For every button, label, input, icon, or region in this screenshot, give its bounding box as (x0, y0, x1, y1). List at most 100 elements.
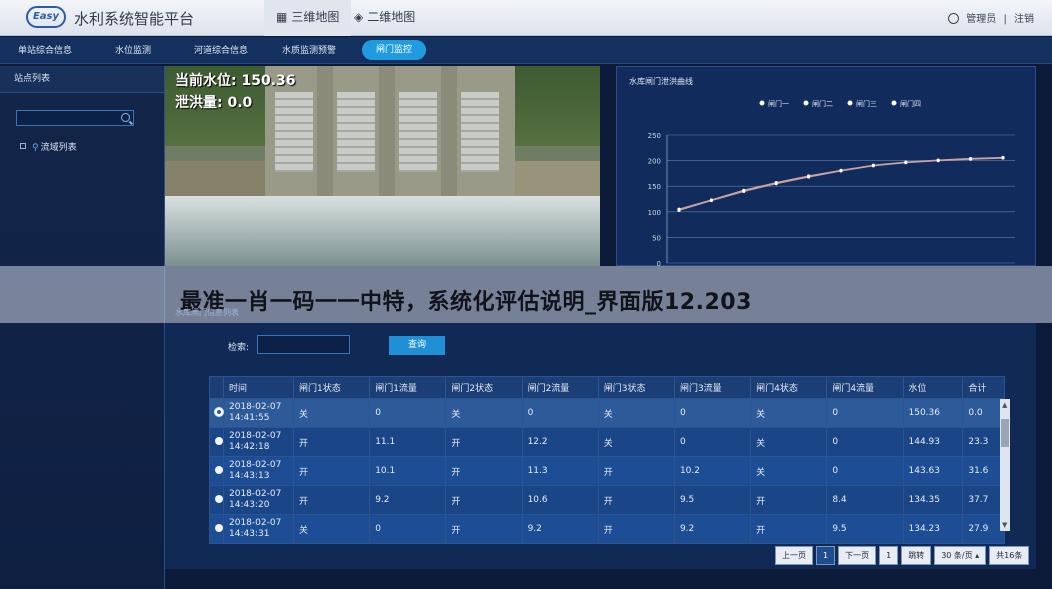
user-area: 管理员 | 注销 (944, 10, 1034, 25)
pagination: 上一页 1 下一页 1 跳转 30 条/页 ▴ 共16条 (775, 546, 1032, 565)
tree-node-basin[interactable]: ⚲ 流域列表 (20, 140, 77, 153)
table-cell: 9.2 (521, 514, 599, 544)
table-cell: 0 (673, 398, 752, 428)
table-cell: 10.6 (521, 485, 599, 515)
table-row[interactable]: 2018-02-07 14:43:13 开 10.1 开 11.3 开 10.2 关 0 143.… (209, 456, 1005, 486)
column-header[interactable]: 水位 (902, 376, 964, 399)
column-header[interactable]: 合计 (962, 376, 1005, 399)
expand-icon[interactable] (20, 143, 26, 149)
legend-label: 闸门二 (812, 99, 833, 108)
logout-link[interactable]: 注销 (1014, 14, 1034, 25)
query-button[interactable]: 查询 (389, 336, 445, 355)
separator: | (1003, 14, 1007, 25)
next-page-button[interactable]: 下一页 (838, 546, 877, 565)
data-point (969, 156, 973, 161)
table-row[interactable]: 2018-02-07 14:41:55 关 0 关 0 关 0 关 0 150.36 0.0 (209, 398, 1005, 428)
column-header[interactable]: 闸门2流量 (521, 376, 599, 399)
table-cell: 0 (521, 398, 599, 428)
table-cell: 0 (369, 398, 447, 428)
row-select-radio[interactable] (215, 523, 223, 532)
nav-water-level[interactable]: 水位监测 (115, 43, 151, 56)
nav-station-info[interactable]: 单站综合信息 (18, 43, 72, 56)
column-header[interactable]: 闸门1状态 (292, 376, 371, 399)
main-nav: 单站综合信息 水位监测 河道综合信息 水质监测预警 闸门监控 (0, 37, 1052, 64)
search-icon[interactable] (121, 113, 130, 122)
legend-marker (847, 100, 853, 106)
table-cell: 11.1 (369, 427, 447, 457)
layers-icon: ◈ (354, 10, 364, 24)
data-point (709, 198, 713, 202)
y-tick-label: 100 (648, 209, 661, 217)
column-header[interactable]: 闸门2状态 (445, 376, 523, 399)
table-cell: 0 (826, 427, 904, 457)
jump-button[interactable]: 跳转 (901, 546, 932, 565)
table-cell: 0 (826, 456, 904, 486)
tab-2d-map[interactable]: ◈ 二维地图 (342, 0, 427, 36)
table-cell: 关 (597, 398, 675, 428)
top-bar: Easy 水利系统智能平台 ▦ 三维地图 ◈ 二维地图 管理员 | 注销 (0, 0, 1052, 36)
y-tick-label: 200 (648, 158, 661, 166)
table-cell: 8.4 (826, 485, 904, 515)
table-row[interactable]: 2018-02-07 14:43:20 开 9.2 开 10.6 开 9.5 开 8.4 134.… (209, 485, 1005, 515)
nav-gate-monitor[interactable]: 闸门监控 (362, 40, 427, 60)
table-cell: 27.9 (962, 514, 1005, 544)
page-input[interactable]: 1 (879, 546, 899, 565)
row-select-radio[interactable] (215, 436, 223, 445)
user-icon (948, 13, 960, 24)
row-select-radio[interactable] (215, 465, 223, 474)
y-tick-label: 50 (652, 234, 661, 242)
table-cell: 关 (597, 427, 675, 457)
page-size-select[interactable]: 30 条/页 ▴ (934, 546, 987, 565)
table-cell: 134.35 (902, 485, 964, 515)
table-cell: 9.2 (369, 485, 447, 515)
column-header[interactable]: 时间 (223, 376, 294, 399)
scroll-down-icon[interactable]: ▼ (1002, 521, 1007, 529)
table-cell: 开 (597, 485, 675, 515)
map-icon: ▦ (276, 10, 288, 24)
row-select-radio[interactable] (215, 494, 223, 503)
data-point (936, 158, 940, 162)
nav-river-info[interactable]: 河道综合信息 (194, 43, 248, 56)
series-line (678, 157, 1004, 211)
table-cell: 134.23 (902, 514, 964, 544)
username[interactable]: 管理员 (966, 14, 996, 25)
table-cell: 143.63 (902, 456, 964, 486)
table-cell: 开 (292, 427, 371, 457)
column-header[interactable]: 闸门3状态 (597, 376, 675, 399)
gate-video-feed[interactable]: 当前水位: 150.36 泄洪量: 0.0 (165, 66, 600, 266)
table-cell: 2018-02-07 14:42:18 (223, 427, 294, 457)
scroll-thumb[interactable] (1001, 419, 1009, 447)
prev-page-button[interactable]: 上一页 (775, 546, 813, 565)
column-header[interactable]: 闸门3流量 (673, 376, 752, 399)
data-point (677, 207, 681, 211)
column-header[interactable]: 闸门1流量 (369, 376, 447, 399)
table-cell: 2018-02-07 14:43:31 (223, 514, 294, 544)
table-cell: 关 (750, 398, 828, 428)
table-cell: 9.5 (826, 514, 904, 544)
scroll-up-icon[interactable]: ▲ (1002, 401, 1007, 409)
table-cell: 开 (445, 427, 523, 457)
table-cell: 0.0 (962, 398, 1005, 428)
table-cell: 10.1 (369, 456, 447, 486)
table-scrollbar[interactable]: ▲ ▼ (1000, 399, 1010, 531)
table-cell: 2018-02-07 14:41:55 (223, 398, 294, 428)
row-select-radio[interactable] (215, 407, 223, 416)
sidebar: 站点列表 ⚲ 流域列表 (0, 66, 165, 589)
column-header[interactable]: 闸门4状态 (750, 376, 828, 399)
table-cell: 0 (826, 398, 904, 428)
table-cell: 2018-02-07 14:43:13 (223, 456, 294, 486)
data-point (839, 168, 843, 172)
column-header[interactable]: 闸门4流量 (826, 376, 904, 399)
station-search-input[interactable] (16, 110, 134, 126)
discharge-overlay: 泄洪量: 0.0 (175, 95, 253, 111)
record-search-input[interactable] (257, 335, 350, 354)
current-page[interactable]: 1 (816, 546, 836, 565)
banner-text: 最准一肖一码一一中特，系统化评估说明_界面版12.203 (180, 290, 752, 315)
chevron-up-icon: ▴ (975, 551, 980, 560)
tab-3d-map[interactable]: ▦ 三维地图 (264, 0, 352, 36)
table-row[interactable]: 2018-02-07 14:42:18 开 11.1 开 12.2 关 0 关 0 144.93 2… (209, 427, 1005, 457)
table-row[interactable]: 2018-02-07 14:43:31 关 0 开 9.2 开 9.2 开 9.5 134.23 2… (209, 514, 1005, 544)
table-cell: 开 (292, 456, 371, 486)
table-cell: 23.3 (962, 427, 1005, 457)
nav-water-quality[interactable]: 水质监测预警 (282, 43, 336, 56)
